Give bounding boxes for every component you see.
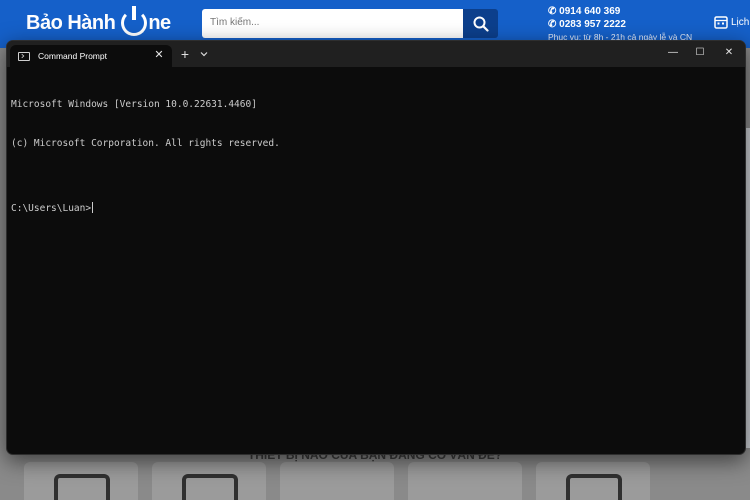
search-input[interactable]: Tìm kiếm...: [202, 9, 464, 38]
device-icon: [54, 474, 110, 500]
tab-title: Command Prompt: [38, 51, 107, 61]
console-line: (c) Microsoft Corporation. All rights re…: [11, 138, 280, 149]
phone-line-2[interactable]: ✆ 0283 957 2222: [548, 18, 692, 31]
search-placeholder: Tìm kiếm...: [210, 17, 260, 28]
search-icon: [473, 16, 489, 32]
command-prompt: C:\Users\Luan>: [11, 203, 92, 214]
close-window-button[interactable]: ✕: [721, 46, 737, 60]
terminal-titlebar[interactable]: Command Prompt ✕ + — ☐ ✕: [7, 41, 745, 67]
logo-text: Bảo Hành: [26, 11, 116, 34]
phone-number-1: 0914 640 369: [559, 6, 621, 17]
text-cursor: [92, 202, 94, 213]
terminal-window[interactable]: Command Prompt ✕ + — ☐ ✕ Microsoft Windo…: [6, 40, 746, 455]
terminal-icon: [18, 51, 30, 61]
device-card[interactable]: [280, 462, 394, 500]
new-tab-button[interactable]: +: [178, 47, 192, 61]
close-tab-icon[interactable]: ✕: [152, 48, 166, 62]
power-icon: [121, 6, 148, 36]
chevron-down-icon[interactable]: [199, 49, 209, 59]
phone-icon: ✆: [548, 6, 560, 17]
prompt-line: C:\Users\Luan>: [11, 202, 280, 215]
search-button[interactable]: [463, 9, 498, 38]
tab-command-prompt[interactable]: Command Prompt ✕: [10, 45, 172, 67]
device-card[interactable]: [152, 462, 266, 500]
device-card[interactable]: [24, 462, 138, 500]
calendar-icon: [714, 16, 728, 29]
device-card[interactable]: [408, 462, 522, 500]
device-cards: [24, 462, 724, 500]
contact-info: ✆ 0914 640 369 ✆ 0283 957 2222 Phục vụ: …: [548, 5, 692, 44]
logo-suffix: ne: [148, 11, 171, 34]
schedule-label: Lịch: [731, 16, 750, 28]
site-logo[interactable]: Bảo Hành ne: [26, 6, 171, 38]
device-icon: [566, 474, 622, 500]
maximize-button[interactable]: ☐: [692, 46, 708, 60]
minimize-button[interactable]: —: [665, 46, 681, 60]
device-icon: [182, 474, 238, 500]
phone-number-2: 0283 957 2222: [559, 19, 626, 30]
console-output[interactable]: Microsoft Windows [Version 10.0.22631.44…: [11, 72, 280, 241]
schedule-link[interactable]: Lịch: [714, 15, 749, 29]
console-line: Microsoft Windows [Version 10.0.22631.44…: [11, 99, 257, 110]
phone-icon: ✆: [548, 19, 560, 30]
device-card[interactable]: [536, 462, 650, 500]
phone-line-1[interactable]: ✆ 0914 640 369: [548, 5, 692, 18]
